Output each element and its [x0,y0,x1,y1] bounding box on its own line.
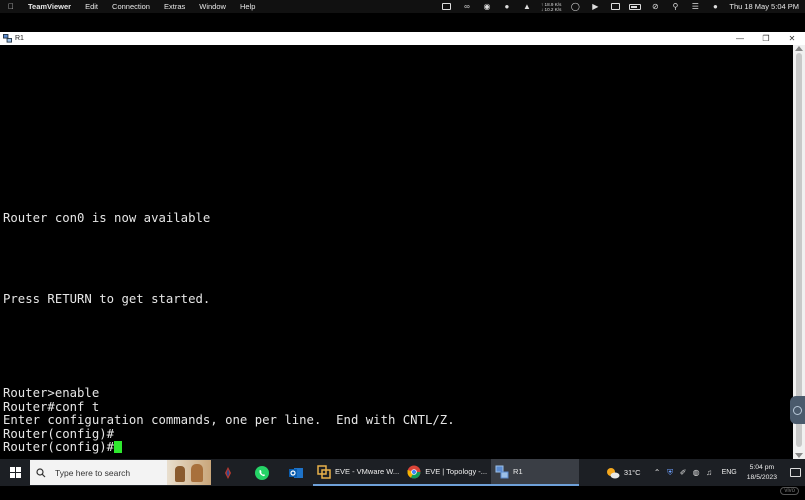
windows-logo-icon [9,467,21,478]
taskbar-clock[interactable]: 5:04 pm 18/5/2023 [743,463,785,483]
window-titlebar[interactable]: R1 — ❐ ✕ [0,32,805,45]
creative-cloud-icon[interactable]: ∞ [457,0,477,13]
notification-icon [789,468,801,477]
terminal-output[interactable]: Router con0 is now available Press RETUR… [0,45,793,459]
search-icon [30,467,52,478]
vmware-icon [317,464,331,479]
teamviewer-icon [793,405,802,415]
shield-icon[interactable]: ⛨ [664,468,677,478]
menu-window[interactable]: Window [192,2,233,11]
taskbar-app-nmap[interactable] [211,459,245,486]
terminal-app-icon [495,465,509,478]
play-icon[interactable]: ▶ [585,0,605,13]
menu-app-name[interactable]: TeamViewer [22,2,78,11]
taskbar-window-r1[interactable]: R1 [491,459,580,486]
outlook-icon [289,467,303,478]
camera-watermark: vivo [780,487,799,495]
taskbar-window-label: EVE | Topology -... [425,467,488,476]
chevron-up-icon[interactable]: ⌃ [651,468,664,477]
terminal-prompt-line: Router(config)# [3,440,123,454]
terminal-line: Router con0 is now available [3,211,211,225]
sunny-cloud-icon [606,467,620,478]
wechat-icon[interactable]: ● [497,0,517,13]
restore-button[interactable]: ❐ [753,32,779,45]
monitor-mountain-icon[interactable]: ▲ [517,0,537,13]
taskbar-date: 18/5/2023 [746,473,777,481]
wifi-icon[interactable]: ◍ [690,468,703,477]
menu-edit[interactable]: Edit [78,2,105,11]
pen-icon[interactable]: ✐ [677,468,690,477]
apple-icon[interactable]:  [0,2,22,11]
eye-app-icon [225,466,231,479]
minimize-button[interactable]: — [727,32,753,45]
terminal-cursor [114,441,123,453]
whatsapp-icon [255,465,269,480]
taskbar-window-label: EVE - VMware W... [335,467,400,476]
search-placeholder: Type here to search [55,467,131,478]
terminal-prompt: Router(config)# [3,440,115,454]
taskbar-search[interactable]: Type here to search [30,460,211,485]
search-icon[interactable]: ⚲ [665,0,685,13]
net-up-speed: ↑ 18.9 K/s [540,1,562,7]
scrollbar-thumb[interactable] [796,53,802,447]
menu-connection[interactable]: Connection [105,2,157,11]
terminal-line: Router#conf t [3,400,100,414]
battery-icon[interactable] [625,0,645,13]
control-center-icon[interactable]: ☰ [685,0,705,13]
terminal-line: Router(config)# [3,427,115,441]
language-indicator[interactable]: ENG [716,469,743,476]
network-speed: ↑ 18.9 K/s ↓ 10.2 K/s [537,2,565,12]
menubar-clock[interactable]: Thu 18 May 5:04 PM [725,2,805,11]
wifi-off-icon[interactable]: ⊘ [645,0,665,13]
close-button[interactable]: ✕ [779,32,805,45]
taskbar-app-whatsapp[interactable] [245,459,279,486]
siri-icon[interactable]: ● [705,0,725,13]
drive-icon[interactable] [437,0,457,13]
globe-icon[interactable]: ◯ [565,0,585,13]
window-controls: — ❐ ✕ [727,32,805,45]
taskbar-window-chrome[interactable]: EVE | Topology -... [403,459,492,486]
terminal-app-icon [0,32,14,45]
menu-help[interactable]: Help [233,2,262,11]
scroll-down-icon[interactable] [795,453,803,458]
terminal-line: Press RETURN to get started. [3,292,211,306]
search-highlight-image [167,460,211,485]
windows-taskbar: Type here to search EVE - VMware W... EV… [0,459,805,486]
taskbar-app-outlook[interactable] [279,459,313,486]
net-down-speed: ↓ 10.2 K/s [540,6,562,12]
grammarly-icon[interactable]: ◉ [477,0,497,13]
speaker-icon[interactable]: ♫ [703,468,716,477]
chrome-icon [407,465,421,478]
screen-border: vivo [0,486,805,500]
window-title: R1 [15,35,24,42]
weather-temperature: 31°C [623,468,641,477]
mac-menubar:  TeamViewer Edit Connection Extras Wind… [0,0,805,13]
start-button[interactable] [0,459,30,486]
system-tray: 31°C ⌃ ⛨ ✐ ◍ ♫ ENG 5:04 pm 18/5/2023 [600,459,805,486]
teamviewer-panel-handle[interactable] [790,396,805,424]
screen-border [0,13,805,32]
keyboard-icon[interactable] [605,0,625,13]
taskbar-time: 5:04 pm [749,463,775,471]
taskbar-window-vmware[interactable]: EVE - VMware W... [313,459,404,486]
menubar-status-area: ∞ ◉ ● ▲ ↑ 18.9 K/s ↓ 10.2 K/s ◯ ▶ ⊘ ⚲ ☰ … [437,0,805,13]
notification-button[interactable] [785,468,805,477]
terminal-line: Router>enable [3,386,100,400]
scroll-up-icon[interactable] [795,46,803,51]
taskbar-window-label: R1 [513,467,523,476]
weather-widget[interactable]: 31°C [600,467,651,479]
terminal-line: Enter configuration commands, one per li… [3,413,455,427]
menu-extras[interactable]: Extras [157,2,192,11]
